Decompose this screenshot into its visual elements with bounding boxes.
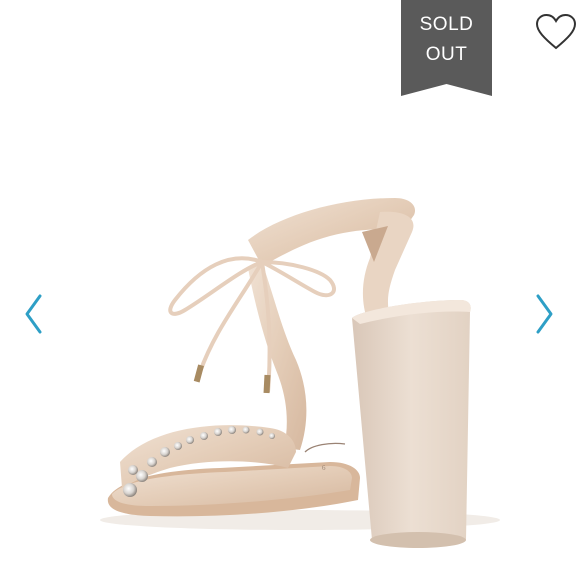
product-image-viewer: 6 SOLD OUT [0,0,580,580]
heart-outline-icon [535,13,577,50]
product-photo: 6 [100,198,500,548]
chevron-right-stroke [536,294,553,334]
svg-text:6: 6 [322,464,326,472]
chevron-left-stroke [25,294,42,334]
like-button[interactable] [534,12,578,52]
chevron-left-icon [25,294,42,334]
sold-label-line2: OUT [425,44,468,65]
sold-out-label: SOLD OUT [401,10,492,70]
previous-image-button[interactable] [22,292,46,336]
chevron-right-icon [536,294,553,334]
sold-out-badge: SOLD OUT [401,0,492,96]
sold-label-line1: SOLD [419,14,474,35]
next-image-button[interactable] [532,292,556,336]
